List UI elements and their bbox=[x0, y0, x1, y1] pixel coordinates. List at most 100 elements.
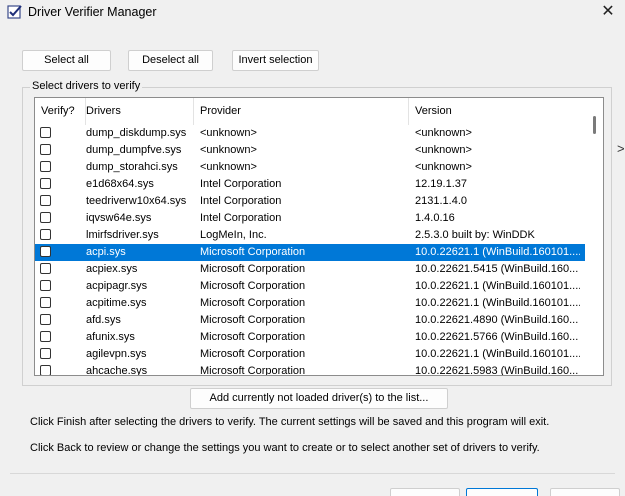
driver-version: <unknown> bbox=[415, 127, 472, 139]
driver-version: 10.0.22621.1 (WinBuild.160101.... bbox=[415, 348, 580, 360]
driver-provider: Microsoft Corporation bbox=[200, 246, 306, 258]
driver-version: 10.0.22621.4890 (WinBuild.160... bbox=[415, 314, 579, 326]
info-finish-text: Click Finish after selecting the drivers… bbox=[30, 416, 550, 428]
verify-cell bbox=[35, 363, 84, 375]
driver-provider: Intel Corporation bbox=[200, 178, 282, 190]
table-row[interactable]: agilevpn.sys Microsoft Corporation 10.0.22… bbox=[35, 346, 585, 363]
table-row[interactable]: ahcache.sys Microsoft Corporation 10.0.226… bbox=[35, 363, 585, 376]
driver-name: ahcache.sys bbox=[86, 365, 148, 376]
column-header-version[interactable]: Version bbox=[409, 98, 585, 125]
driver-name: teedriverw10x64.sys bbox=[86, 195, 187, 207]
column-header-drivers[interactable]: Drivers bbox=[80, 98, 194, 125]
driver-version: <unknown> bbox=[415, 144, 472, 156]
driver-name: dump_dumpfve.sys bbox=[86, 144, 182, 156]
select-all-button[interactable]: Select all bbox=[22, 50, 111, 71]
verify-cell bbox=[35, 227, 84, 244]
verify-checkbox[interactable] bbox=[40, 246, 51, 257]
driver-provider: Intel Corporation bbox=[200, 195, 282, 207]
driver-version: 1.4.0.16 bbox=[415, 212, 455, 224]
driver-name: dump_storahci.sys bbox=[86, 161, 178, 173]
verify-cell bbox=[35, 210, 84, 227]
verify-checkbox[interactable] bbox=[40, 178, 51, 189]
verify-checkbox[interactable] bbox=[40, 263, 51, 274]
back-button[interactable] bbox=[390, 488, 460, 496]
verify-cell bbox=[35, 193, 84, 210]
driver-name: acpiex.sys bbox=[86, 263, 138, 275]
verify-checkbox[interactable] bbox=[40, 348, 51, 359]
add-not-loaded-drivers-button[interactable]: Add currently not loaded driver(s) to th… bbox=[190, 388, 448, 409]
verify-cell bbox=[35, 261, 84, 278]
verify-checkbox[interactable] bbox=[40, 331, 51, 342]
table-row[interactable]: dump_diskdump.sys <unknown> <unknown> bbox=[35, 125, 585, 142]
driver-name: agilevpn.sys bbox=[86, 348, 147, 360]
invert-selection-button[interactable]: Invert selection bbox=[232, 50, 319, 71]
driver-provider: Microsoft Corporation bbox=[200, 331, 306, 343]
table-row[interactable]: acpiex.sys Microsoft Corporation 10.0.2262… bbox=[35, 261, 585, 278]
driver-provider: Microsoft Corporation bbox=[200, 348, 306, 360]
column-header-provider[interactable]: Provider bbox=[194, 98, 409, 125]
verify-checkbox[interactable] bbox=[40, 161, 51, 172]
driver-version: 10.0.22621.1 (WinBuild.160101.... bbox=[415, 297, 580, 309]
verify-checkbox[interactable] bbox=[40, 365, 51, 375]
driver-version: 2.5.3.0 built by: WinDDK bbox=[415, 229, 535, 241]
driver-version: 2131.1.4.0 bbox=[415, 195, 467, 207]
driver-provider: Microsoft Corporation bbox=[200, 314, 306, 326]
table-row[interactable]: iqvsw64e.sys Intel Corporation 1.4.0.16 bbox=[35, 210, 585, 227]
verify-checkbox[interactable] bbox=[40, 195, 51, 206]
verify-checkbox[interactable] bbox=[40, 144, 51, 155]
driver-provider: Microsoft Corporation bbox=[200, 365, 306, 376]
table-row[interactable]: acpipagr.sys Microsoft Corporation 10.0.22… bbox=[35, 278, 585, 295]
verify-cell bbox=[35, 295, 84, 312]
verify-checkbox[interactable] bbox=[40, 127, 51, 138]
verify-cell bbox=[35, 312, 84, 329]
group-label: Select drivers to verify bbox=[30, 80, 143, 92]
driver-provider: Microsoft Corporation bbox=[200, 297, 306, 309]
verify-checkbox[interactable] bbox=[40, 297, 51, 308]
driver-provider: Microsoft Corporation bbox=[200, 280, 306, 292]
resize-cursor-icon: > bbox=[617, 141, 625, 156]
scrollbar-thumb[interactable] bbox=[593, 116, 596, 134]
driver-name: acpitime.sys bbox=[86, 297, 147, 309]
finish-button[interactable] bbox=[466, 488, 538, 496]
table-row[interactable]: afd.sys Microsoft Corporation 10.0.22621.4… bbox=[35, 312, 585, 329]
driver-version: 10.0.22621.1 (WinBuild.160101.... bbox=[415, 280, 580, 292]
driver-provider: Intel Corporation bbox=[200, 212, 282, 224]
column-header-verify[interactable]: Verify? bbox=[35, 98, 86, 125]
driver-version: 10.0.22621.1 (WinBuild.160101.... bbox=[415, 246, 580, 258]
divider bbox=[10, 473, 615, 474]
table-row[interactable]: dump_dumpfve.sys <unknown> <unknown> bbox=[35, 142, 585, 159]
driver-version: 12.19.1.37 bbox=[415, 178, 467, 190]
driver-provider: <unknown> bbox=[200, 161, 257, 173]
verify-checkbox[interactable] bbox=[40, 280, 51, 291]
driver-name: e1d68x64.sys bbox=[86, 178, 154, 190]
table-row[interactable]: teedriverw10x64.sys Intel Corporation 2131… bbox=[35, 193, 585, 210]
deselect-all-button[interactable]: Deselect all bbox=[128, 50, 213, 71]
window-title: Driver Verifier Manager bbox=[28, 5, 157, 19]
driver-name: afd.sys bbox=[86, 314, 121, 326]
info-back-text: Click Back to review or change the setti… bbox=[30, 442, 540, 454]
driver-list[interactable]: Verify? Drivers Provider Version dump_di… bbox=[34, 97, 604, 376]
verify-checkbox[interactable] bbox=[40, 229, 51, 240]
table-row[interactable]: e1d68x64.sys Intel Corporation 12.19.1.37 bbox=[35, 176, 585, 193]
driver-version: <unknown> bbox=[415, 161, 472, 173]
table-row[interactable]: lmirfsdriver.sys LogMeIn, Inc. 2.5.3.0 bui… bbox=[35, 227, 585, 244]
driver-name: afunix.sys bbox=[86, 331, 135, 343]
vertical-scrollbar[interactable] bbox=[585, 98, 603, 375]
verify-cell bbox=[35, 278, 84, 295]
driver-provider: Microsoft Corporation bbox=[200, 263, 306, 275]
driver-name: iqvsw64e.sys bbox=[86, 212, 152, 224]
verify-checkbox[interactable] bbox=[40, 314, 51, 325]
list-header: Verify? Drivers Provider Version bbox=[35, 98, 585, 125]
table-row[interactable]: afunix.sys Microsoft Corporation 10.0.2262… bbox=[35, 329, 585, 346]
table-row[interactable]: acpitime.sys Microsoft Corporation 10.0.22… bbox=[35, 295, 585, 312]
driver-name: lmirfsdriver.sys bbox=[86, 229, 159, 241]
verify-checkbox[interactable] bbox=[40, 212, 51, 223]
table-row[interactable]: dump_storahci.sys <unknown> <unknown> bbox=[35, 159, 585, 176]
driver-version: 10.0.22621.5766 (WinBuild.160... bbox=[415, 331, 579, 343]
driver-provider: LogMeIn, Inc. bbox=[200, 229, 267, 241]
table-row[interactable]: acpi.sys Microsoft Corporation 10.0.22621.… bbox=[35, 244, 585, 261]
cancel-button[interactable] bbox=[550, 488, 620, 496]
verify-cell bbox=[35, 176, 84, 193]
driver-name: acpipagr.sys bbox=[86, 280, 148, 292]
close-icon[interactable]: ✕ bbox=[597, 2, 619, 22]
